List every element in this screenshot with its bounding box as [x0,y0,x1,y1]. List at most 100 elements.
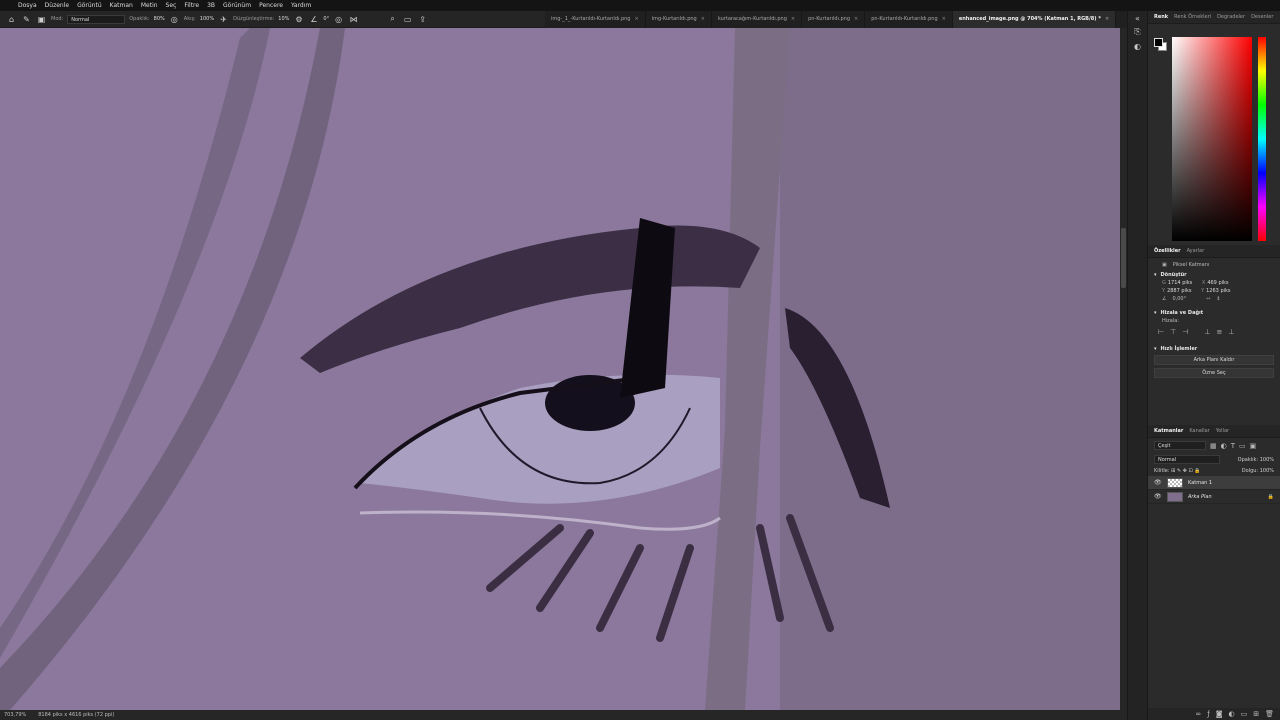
expand-panels-icon[interactable]: « [1128,11,1147,25]
close-icon[interactable]: × [701,11,705,28]
align-bottom-icon[interactable]: ⊥ [1228,328,1234,336]
tab-doc-3[interactable]: kurtaracağım-Kurtarıldı.png × [712,11,803,28]
blend-mode-select[interactable]: Normal [1154,455,1220,464]
close-icon[interactable]: × [791,11,795,28]
menu-image[interactable]: Görüntü [73,0,106,11]
adjustment-filter-icon[interactable]: ◐ [1221,442,1227,450]
menu-type[interactable]: Metin [137,0,162,11]
opacity-field[interactable]: 100% [1260,457,1274,463]
layer-name[interactable]: Katman 1 [1188,480,1280,486]
pixel-filter-icon[interactable]: ▦ [1210,442,1217,450]
transform-section[interactable]: ▾ Dönüştür [1148,268,1280,278]
menu-layer[interactable]: Katman [106,0,137,11]
flow-value[interactable]: 100% [200,16,214,22]
eye-icon[interactable]: 👁 [1154,479,1162,486]
foreground-color-swatch[interactable] [1154,38,1163,47]
smoothing-value[interactable]: 10% [278,16,289,22]
scroll-thumb[interactable] [1121,228,1126,288]
menu-select[interactable]: Seç [162,0,181,11]
flip-horizontal-icon[interactable]: ⇿ [1206,296,1210,302]
align-top-icon[interactable]: ⊥ [1204,328,1210,336]
tab-doc-5[interactable]: pn-Kurtarıldı-Kurtarıldı.png × [865,11,953,28]
tab-doc-2[interactable]: img-Kurtarıldı.png × [646,11,712,28]
angle-field[interactable]: 0,00° [1172,296,1186,302]
close-icon[interactable]: × [635,11,639,28]
align-center-icon[interactable]: ⊤ [1170,328,1176,336]
zoom-level[interactable]: 703,79% [4,710,26,720]
tab-doc-4[interactable]: pn-Kurtarıldı.png × [802,11,866,28]
pixel-layer-icon: ▣ [1162,262,1167,268]
trash-icon[interactable]: 🗑 [1265,710,1274,718]
layer-name[interactable]: Arka Plan [1188,494,1263,500]
hue-slider[interactable] [1258,37,1266,241]
brush-tool-icon[interactable]: ✎ [21,14,32,25]
tab-properties[interactable]: Özellikler [1154,245,1181,257]
blend-row: Normal Opaklık: 100% [1148,453,1280,466]
menu-3d[interactable]: 3B [203,0,219,11]
close-icon[interactable]: × [942,11,946,28]
folder-icon[interactable]: ▭ [1241,710,1248,718]
pressure-size-icon[interactable]: ◎ [333,14,344,25]
symmetry-icon[interactable]: ⋈ [348,14,359,25]
menu-help[interactable]: Yardım [287,0,315,11]
layer-filter-select[interactable]: Çeşit [1154,441,1206,450]
tab-paths[interactable]: Yollar [1216,425,1229,437]
menu-window[interactable]: Pencere [255,0,287,11]
align-section[interactable]: ▾ Hizala ve Dağıt [1148,302,1280,316]
close-icon[interactable]: × [1105,11,1109,28]
search-icon[interactable]: ⌕ [387,14,398,25]
align-middle-icon[interactable]: ≡ [1216,328,1222,336]
tab-doc-active[interactable]: enhanced_image.png @ 704% (Katman 1, RGB… [952,11,1117,28]
adjust-icon[interactable]: ◐ [1128,39,1147,53]
x-label: X [1201,280,1206,286]
quick-actions-section[interactable]: ▾ Hızlı İşlemler [1148,340,1280,352]
align-left-icon[interactable]: ⊢ [1158,328,1164,336]
fill-field[interactable]: 100% [1260,468,1274,474]
y-field[interactable]: 1263 piks [1206,288,1234,294]
layer-row[interactable]: 👁 Arka Plan 🔒 [1148,490,1280,504]
eye-icon[interactable]: 👁 [1154,493,1162,500]
lock-icons[interactable]: ⊞ ✎ ✥ ⊡ 🔒 [1171,468,1200,474]
share-icon[interactable]: ⇪ [417,14,428,25]
brush-settings-icon[interactable]: ▣ [36,14,47,25]
gear-icon[interactable]: ⚙ [293,14,304,25]
angle-value[interactable]: 0° [323,16,329,22]
tab-adjustments[interactable]: Ayarlar [1187,245,1205,257]
remove-background-button[interactable]: Arka Planı Kaldır [1154,355,1274,365]
history-icon[interactable]: ⎘ [1128,25,1147,39]
tab-label: enhanced_image.png @ 704% (Katman 1, RGB… [958,16,1101,22]
link-icon[interactable]: ∞ [1195,710,1201,718]
type-filter-icon[interactable]: T [1231,442,1235,450]
width-field[interactable]: 1714 piks [1168,280,1196,286]
flip-vertical-icon[interactable]: ⇕ [1216,296,1220,302]
adjustment-layer-icon[interactable]: ◐ [1229,710,1235,718]
layer-row[interactable]: 👁 Katman 1 [1148,476,1280,490]
new-layer-icon[interactable]: ⊞ [1253,710,1259,718]
document-canvas[interactable] [0,28,1120,710]
close-icon[interactable]: × [854,11,858,28]
tab-layers[interactable]: Katmanlar [1154,425,1183,437]
tab-channels[interactable]: Kanallar [1189,425,1209,437]
menu-edit[interactable]: Düzenle [41,0,73,11]
opacity-value[interactable]: 80% [154,16,165,22]
select-subject-button[interactable]: Özne Seç [1154,368,1274,378]
mode-select[interactable]: Normal [67,14,126,24]
airbrush-icon[interactable]: ✈ [218,14,229,25]
menu-file[interactable]: Dosya [0,0,41,11]
saturation-brightness-field[interactable] [1172,37,1252,241]
fx-icon[interactable]: ƒ [1207,710,1209,718]
vertical-scrollbar[interactable] [1120,28,1127,710]
smart-filter-icon[interactable]: ▣ [1250,442,1257,450]
chevron-down-icon: ▾ [1154,346,1157,352]
align-right-icon[interactable]: ⊣ [1182,328,1188,336]
height-field[interactable]: 2887 piks [1167,288,1195,294]
pressure-opacity-icon[interactable]: ◎ [169,14,180,25]
menu-filter[interactable]: Filtre [180,0,203,11]
workspace-icon[interactable]: ▭ [402,14,413,25]
home-icon[interactable]: ⌂ [6,14,17,25]
mask-icon[interactable]: ◙ [1216,710,1223,718]
x-field[interactable]: 469 piks [1207,280,1235,286]
menu-view[interactable]: Görünüm [219,0,255,11]
tab-doc-1[interactable]: img-_1_-Kurtarıldı-Kurtarıldı.png × [545,11,646,28]
shape-filter-icon[interactable]: ▭ [1239,442,1246,450]
